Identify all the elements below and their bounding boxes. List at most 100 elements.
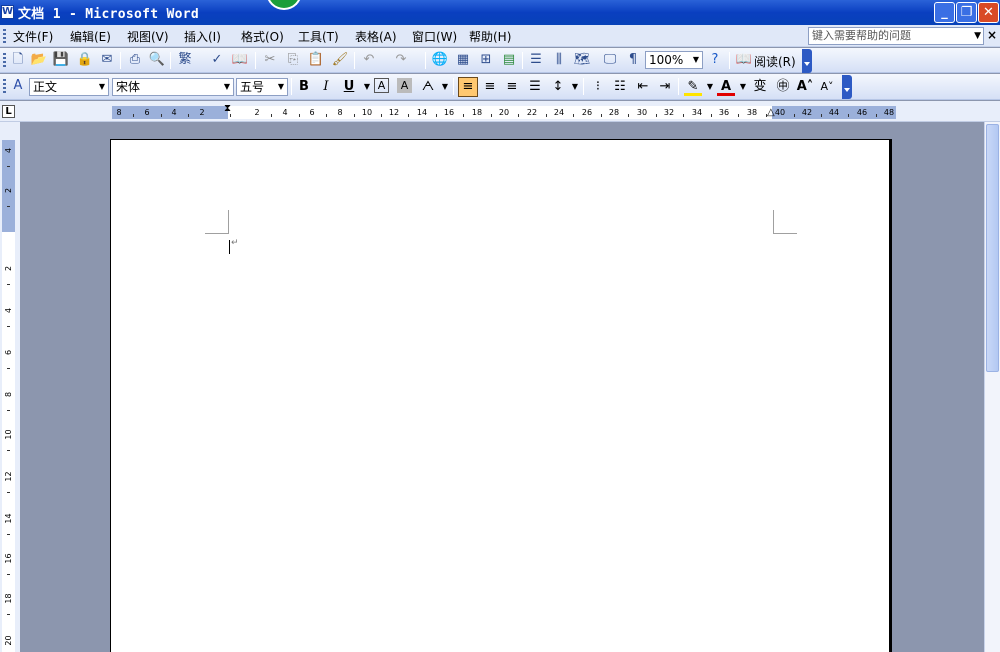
shrink-font-icon[interactable]: A˅ <box>818 78 836 96</box>
print-preview-icon[interactable]: 🔍 <box>148 51 166 69</box>
styles-formatting-icon[interactable]: A <box>9 77 27 95</box>
menu-format[interactable]: 格式(O) <box>241 28 284 45</box>
help-search-placeholder: 键入需要帮助的问题 <box>812 29 911 42</box>
redo-icon[interactable]: ↷ <box>392 51 410 69</box>
ruler-label: 12 <box>4 471 13 482</box>
font-color-icon[interactable]: A <box>717 78 735 96</box>
chevron-down-icon[interactable]: ▼ <box>222 79 232 95</box>
document-close-button[interactable]: × <box>987 28 997 42</box>
help-icon[interactable]: ? <box>706 51 724 69</box>
bullets-icon[interactable]: ☷ <box>611 78 629 96</box>
toolbar-options-button[interactable] <box>802 49 812 73</box>
read-icon[interactable]: 📖 <box>735 51 753 69</box>
help-search-input[interactable]: 键入需要帮助的问题 ▼ <box>808 27 984 45</box>
chevron-down-icon[interactable]: ▼ <box>97 79 107 95</box>
italic-button[interactable]: I <box>317 78 335 96</box>
align-left-icon[interactable]: ≡ <box>458 77 478 97</box>
underline-button[interactable]: U <box>340 78 358 96</box>
ruler-label: 18 <box>4 593 13 604</box>
show-hide-icon[interactable]: 🖵 <box>601 51 619 69</box>
cut-icon[interactable]: ✂ <box>261 51 279 69</box>
columns-icon[interactable]: ☰ <box>527 51 545 69</box>
vertical-ruler[interactable]: 4 2 2 4 6 8 10 12 14 16 18 20 <box>2 140 15 652</box>
ruler-label: 8 <box>337 108 343 117</box>
font-size-select[interactable]: 五号 ▼ <box>236 78 288 96</box>
restore-button[interactable]: ❐ <box>956 2 977 23</box>
menu-edit[interactable]: 编辑(E) <box>70 28 111 45</box>
chevron-down-icon[interactable]: ▼ <box>734 78 752 96</box>
copy-icon[interactable]: ⎘ <box>284 51 302 69</box>
chevron-down-icon[interactable]: ▼ <box>974 28 981 44</box>
bold-button[interactable]: B <box>295 78 313 96</box>
tab-selector-button[interactable]: L <box>2 105 15 118</box>
menu-grip[interactable] <box>3 29 6 43</box>
menu-view[interactable]: 视图(V) <box>127 28 169 45</box>
save-icon[interactable]: 💾 <box>52 51 70 69</box>
style-select[interactable]: 正文 ▼ <box>29 78 109 96</box>
document-page[interactable] <box>110 139 892 652</box>
document-workspace <box>20 122 984 652</box>
research-icon[interactable]: 📖 <box>231 51 249 69</box>
decrease-indent-icon[interactable]: ⇤ <box>634 78 652 96</box>
format-painter-icon[interactable]: 🖌 <box>331 51 349 69</box>
permission-icon[interactable]: 🔒 <box>76 51 94 69</box>
grow-font-icon[interactable]: A˄ <box>796 78 814 96</box>
insert-excel-icon[interactable]: ▤ <box>500 51 518 69</box>
open-folder-icon[interactable]: 📂 <box>30 51 48 69</box>
toolbar-options-button[interactable] <box>842 75 852 99</box>
ruler-tick <box>738 114 739 117</box>
toolbar-grip[interactable] <box>3 79 6 94</box>
hyperlink-icon[interactable]: 🌐 <box>431 51 449 69</box>
right-indent-marker-icon[interactable]: △ <box>767 108 775 118</box>
chevron-down-icon[interactable]: ▼ <box>566 78 584 96</box>
drawing-icon[interactable]: ⫼ <box>550 51 568 69</box>
spelling-icon[interactable]: ✓ <box>208 51 226 69</box>
highlight-icon[interactable]: ✎ <box>684 78 702 96</box>
document-map-icon[interactable]: 🗺 <box>573 51 591 69</box>
ruler-tick <box>628 114 629 117</box>
indent-marker-icon[interactable]: ⧗ <box>224 104 231 114</box>
vertical-scrollbar[interactable] <box>984 122 1000 652</box>
menu-table[interactable]: 表格(A) <box>355 28 397 45</box>
menu-window[interactable]: 窗口(W) <box>412 28 457 45</box>
increase-indent-icon[interactable]: ⇥ <box>656 78 674 96</box>
read-button[interactable]: 阅读(R) <box>754 53 796 70</box>
ruler-label: 20 <box>498 108 510 117</box>
horizontal-ruler[interactable]: 8 6 4 2 2 4 6 8 10 12 14 16 18 20 22 24 26 28 30 32 34 36 38 40… <box>112 104 896 119</box>
insert-table-icon[interactable]: ⊞ <box>477 51 495 69</box>
scrollbar-thumb[interactable] <box>986 124 999 372</box>
toolbar-grip[interactable] <box>3 53 6 68</box>
chevron-down-icon[interactable]: ▼ <box>436 78 454 96</box>
enclose-characters-icon[interactable]: ㊥ <box>774 78 792 96</box>
menu-tools[interactable]: 工具(T) <box>298 28 339 45</box>
new-document-icon[interactable]: 🗋 <box>9 51 27 69</box>
ruler-label: 4 <box>171 108 177 117</box>
print-icon[interactable]: ⎙ <box>126 51 144 69</box>
paragraph-icon[interactable]: ¶ <box>624 51 642 69</box>
menu-help[interactable]: 帮助(H) <box>469 28 511 45</box>
phonetic-guide-icon[interactable]: 变 <box>751 78 769 96</box>
word-window: W 文档 1 - Microsoft Word _ ❐ ✕ 文件(F) 编辑(E… <box>0 0 1000 652</box>
zoom-select[interactable]: 100% ▼ <box>645 51 703 69</box>
minimize-button[interactable]: _ <box>934 2 955 23</box>
align-right-icon[interactable]: ≡ <box>503 78 521 96</box>
numbering-icon[interactable]: ⁝ <box>589 78 607 96</box>
email-icon[interactable]: ✉ <box>98 51 116 69</box>
font-select[interactable]: 宋体 ▼ <box>112 78 234 96</box>
chevron-down-icon[interactable]: ▼ <box>691 52 701 68</box>
paste-icon[interactable]: 📋 <box>307 51 325 69</box>
menu-file[interactable]: 文件(F) <box>13 28 53 45</box>
character-border-icon[interactable]: A <box>374 78 389 93</box>
align-center-icon[interactable]: ≡ <box>481 78 499 96</box>
character-shading-icon[interactable]: A <box>397 78 412 93</box>
traditional-chinese-icon[interactable]: 繁 <box>176 51 194 69</box>
word-app-icon[interactable]: W <box>1 5 14 19</box>
menu-insert[interactable]: 插入(I) <box>184 28 221 45</box>
chevron-down-icon[interactable]: ▼ <box>276 79 286 95</box>
undo-icon[interactable]: ↶ <box>360 51 378 69</box>
line-spacing-icon[interactable]: ↕ <box>549 78 567 96</box>
character-scaling-icon[interactable]: ᗅ <box>419 78 437 96</box>
close-button[interactable]: ✕ <box>978 2 999 23</box>
tables-borders-icon[interactable]: ▦ <box>454 51 472 69</box>
justify-icon[interactable]: ☰ <box>526 78 544 96</box>
